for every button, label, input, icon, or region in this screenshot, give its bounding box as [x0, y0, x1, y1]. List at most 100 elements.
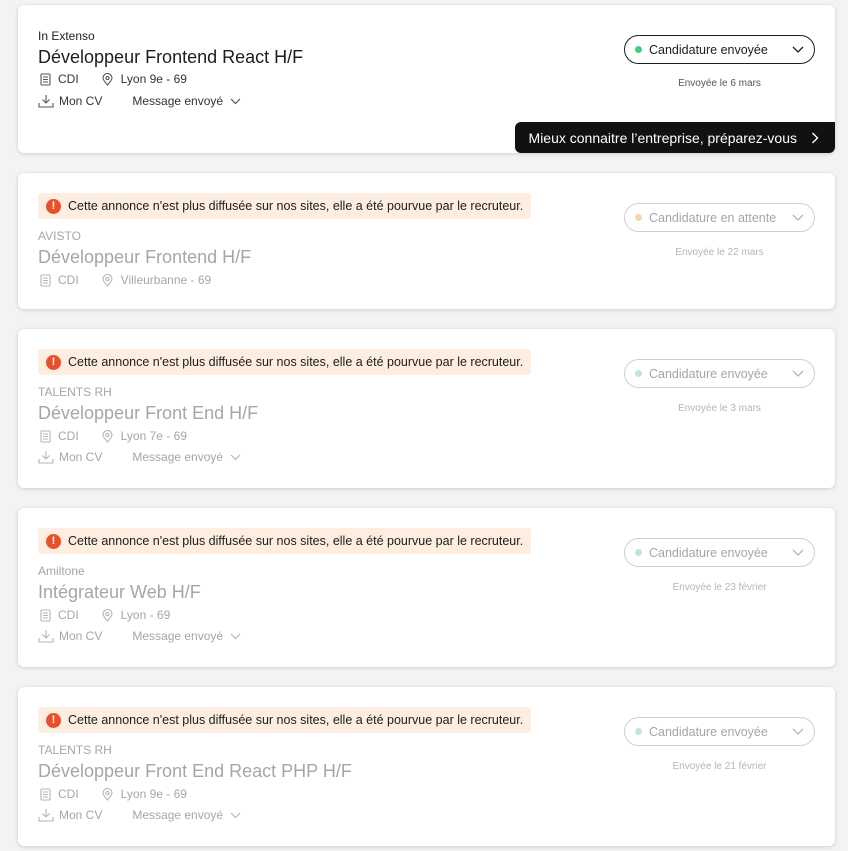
- exclamation-icon: !: [46, 354, 61, 370]
- notice-text: Cette annonce n'est plus diffusée sur no…: [68, 534, 524, 548]
- card-actions: Mon CV Message envoyé: [38, 450, 241, 464]
- expired-notice: ! Cette annonce n'est plus diffusée sur …: [38, 349, 532, 375]
- contract-type: CDI: [58, 72, 79, 86]
- card-actions: Mon CV Message envoyé: [38, 629, 241, 643]
- chevron-right-icon: [811, 132, 819, 144]
- job-meta: CDI Villeurbanne - 69: [38, 273, 211, 287]
- pin-icon: [101, 608, 115, 622]
- pin-icon: [101, 787, 115, 801]
- message-sent-label: Message envoyé: [132, 450, 224, 464]
- job-meta: CDI Lyon 7e - 69: [38, 429, 187, 443]
- document-icon: [38, 273, 52, 287]
- job-title[interactable]: Développeur Front End H/F: [38, 403, 258, 424]
- job-location: Lyon 9e - 69: [120, 787, 187, 801]
- application-card: ! Cette annonce n'est plus diffusée sur …: [18, 508, 835, 667]
- job-location: Villeurbanne - 69: [120, 273, 212, 287]
- expired-notice: ! Cette annonce n'est plus diffusée sur …: [38, 193, 532, 219]
- contract-type: CDI: [58, 608, 79, 622]
- sent-date: Envoyée le 22 mars: [675, 247, 764, 258]
- sent-date: Envoyée le 23 février: [672, 582, 767, 593]
- company-name: TALENTS RH: [38, 385, 112, 399]
- message-sent-label: Message envoyé: [132, 808, 224, 822]
- application-card: ! Cette annonce n'est plus diffusée sur …: [18, 173, 835, 309]
- company-name: Amiltone: [38, 564, 85, 578]
- chevron-down-icon: [792, 728, 804, 736]
- application-card: ! Cette annonce n'est plus diffusée sur …: [18, 329, 835, 488]
- company-name: In Extenso: [38, 29, 95, 43]
- expired-notice: ! Cette annonce n'est plus diffusée sur …: [38, 528, 532, 554]
- status-dropdown[interactable]: Candidature envoyée: [624, 538, 815, 567]
- sent-date: Envoyée le 21 février: [672, 761, 767, 772]
- my-cv-link[interactable]: Mon CV: [59, 808, 102, 822]
- job-location: Lyon 7e - 69: [120, 429, 187, 443]
- chevron-down-icon: [230, 98, 241, 105]
- pin-icon: [101, 429, 115, 443]
- status-dropdown[interactable]: Candidature en attente: [624, 203, 815, 232]
- status-label: Candidature envoyée: [649, 545, 768, 560]
- download-icon: [38, 450, 54, 464]
- document-icon: [38, 608, 52, 622]
- exclamation-icon: !: [46, 533, 61, 549]
- chevron-down-icon: [230, 454, 241, 461]
- status-dot: [635, 46, 642, 53]
- job-meta: CDI Lyon 9e - 69: [38, 787, 187, 801]
- status-label: Candidature envoyée: [649, 42, 768, 57]
- card-actions: Mon CV Message envoyé: [38, 808, 241, 822]
- status-label: Candidature en attente: [649, 210, 777, 225]
- chevron-down-icon: [792, 46, 804, 54]
- company-insight-button[interactable]: Mieux connaitre l’entreprise, préparez-v…: [514, 122, 835, 153]
- status-label: Candidature envoyée: [649, 724, 768, 739]
- promo-label: Mieux connaitre l’entreprise, préparez-v…: [528, 129, 797, 146]
- status-dot: [635, 370, 642, 377]
- document-icon: [38, 72, 52, 86]
- contract-type: CDI: [58, 787, 79, 801]
- notice-text: Cette annonce n'est plus diffusée sur no…: [68, 355, 524, 369]
- chevron-down-icon: [792, 549, 804, 557]
- contract-type: CDI: [58, 429, 79, 443]
- sent-date: Envoyée le 3 mars: [678, 403, 761, 414]
- document-icon: [38, 429, 52, 443]
- application-card: ! Cette annonce n'est plus diffusée sur …: [18, 687, 835, 846]
- my-cv-link[interactable]: Mon CV: [59, 94, 102, 108]
- chevron-down-icon: [230, 633, 241, 640]
- status-dropdown[interactable]: Candidature envoyée: [624, 35, 815, 64]
- application-card: In Extenso Développeur Frontend React H/…: [18, 5, 835, 153]
- exclamation-icon: !: [46, 712, 61, 728]
- job-title[interactable]: Développeur Front End React PHP H/F: [38, 761, 352, 782]
- job-title[interactable]: Développeur Frontend H/F: [38, 247, 251, 268]
- status-label: Candidature envoyée: [649, 366, 768, 381]
- pin-icon: [101, 273, 115, 287]
- download-icon: [38, 629, 54, 643]
- status-dropdown[interactable]: Candidature envoyée: [624, 717, 815, 746]
- job-meta: CDI Lyon 9e - 69: [38, 72, 187, 86]
- status-dot: [635, 549, 642, 556]
- job-location: Lyon 9e - 69: [120, 72, 187, 86]
- my-cv-link[interactable]: Mon CV: [59, 629, 102, 643]
- card-actions: Mon CV Message envoyé: [38, 94, 241, 108]
- document-icon: [38, 787, 52, 801]
- message-sent-toggle[interactable]: Message envoyé: [132, 450, 241, 464]
- message-sent-label: Message envoyé: [132, 629, 224, 643]
- sent-date: Envoyée le 6 mars: [678, 78, 761, 89]
- my-cv-link[interactable]: Mon CV: [59, 450, 102, 464]
- download-icon: [38, 94, 54, 108]
- message-sent-toggle[interactable]: Message envoyé: [132, 629, 241, 643]
- expired-notice: ! Cette annonce n'est plus diffusée sur …: [38, 707, 532, 733]
- job-title[interactable]: Développeur Frontend React H/F: [38, 47, 303, 68]
- message-sent-toggle[interactable]: Message envoyé: [132, 94, 241, 108]
- company-name: AVISTO: [38, 229, 81, 243]
- status-dot: [635, 728, 642, 735]
- status-dropdown[interactable]: Candidature envoyée: [624, 359, 815, 388]
- message-sent-toggle[interactable]: Message envoyé: [132, 808, 241, 822]
- company-name: TALENTS RH: [38, 743, 112, 757]
- notice-text: Cette annonce n'est plus diffusée sur no…: [68, 713, 524, 727]
- pin-icon: [101, 72, 115, 86]
- job-location: Lyon - 69: [120, 608, 171, 622]
- notice-text: Cette annonce n'est plus diffusée sur no…: [68, 199, 524, 213]
- message-sent-label: Message envoyé: [132, 94, 224, 108]
- job-meta: CDI Lyon - 69: [38, 608, 170, 622]
- download-icon: [38, 808, 54, 822]
- chevron-down-icon: [792, 370, 804, 378]
- job-title[interactable]: Intégrateur Web H/F: [38, 582, 201, 603]
- chevron-down-icon: [230, 812, 241, 819]
